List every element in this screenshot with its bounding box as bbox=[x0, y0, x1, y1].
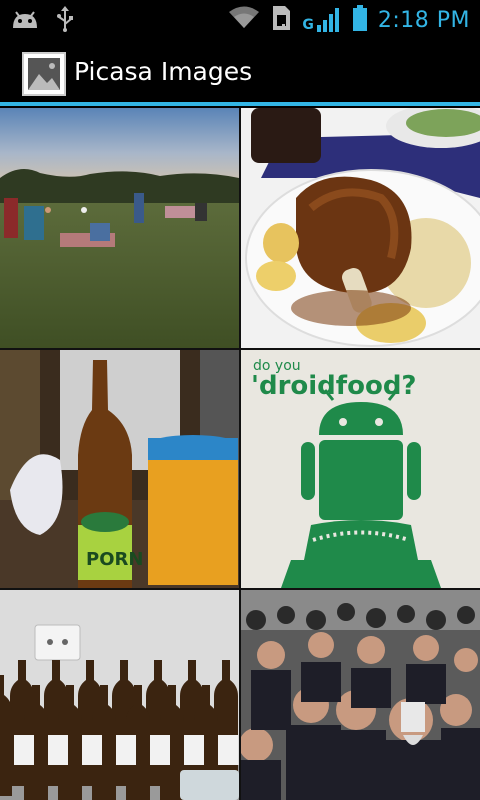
bottles-photo[interactable] bbox=[0, 590, 239, 800]
status-clock: 2:18 PM bbox=[377, 7, 470, 33]
droidfood-photo[interactable]: do you 'droidfood? bbox=[241, 350, 480, 588]
crowd-photo[interactable] bbox=[241, 590, 480, 800]
droidfood-photo-image: do you 'droidfood? bbox=[241, 350, 480, 588]
battery-icon bbox=[352, 4, 368, 36]
food-photo[interactable] bbox=[241, 108, 480, 348]
park-photo[interactable] bbox=[0, 108, 239, 348]
network-type-label: G bbox=[302, 17, 314, 33]
park-photo-image bbox=[0, 108, 239, 348]
wifi-icon bbox=[228, 6, 260, 34]
gallery-image-icon[interactable] bbox=[22, 52, 66, 96]
beer-photo[interactable]: PORN bbox=[0, 350, 239, 588]
usb-icon bbox=[56, 6, 74, 36]
svg-text:PORN: PORN bbox=[86, 549, 143, 570]
action-bar: Picasa Images bbox=[0, 38, 480, 106]
sim-icon bbox=[270, 4, 292, 36]
app-title: Picasa Images bbox=[74, 57, 253, 86]
photo-grid: PORN do you 'droidfood? bbox=[0, 108, 480, 800]
beer-photo-image: PORN bbox=[0, 350, 239, 588]
signal-icon: G bbox=[302, 7, 342, 33]
crowd-photo-image bbox=[241, 590, 480, 800]
bottles-photo-image bbox=[0, 590, 239, 800]
food-photo-image bbox=[241, 108, 480, 348]
status-bar: G 2:18 PM bbox=[0, 0, 480, 38]
android-debug-icon bbox=[10, 8, 40, 34]
